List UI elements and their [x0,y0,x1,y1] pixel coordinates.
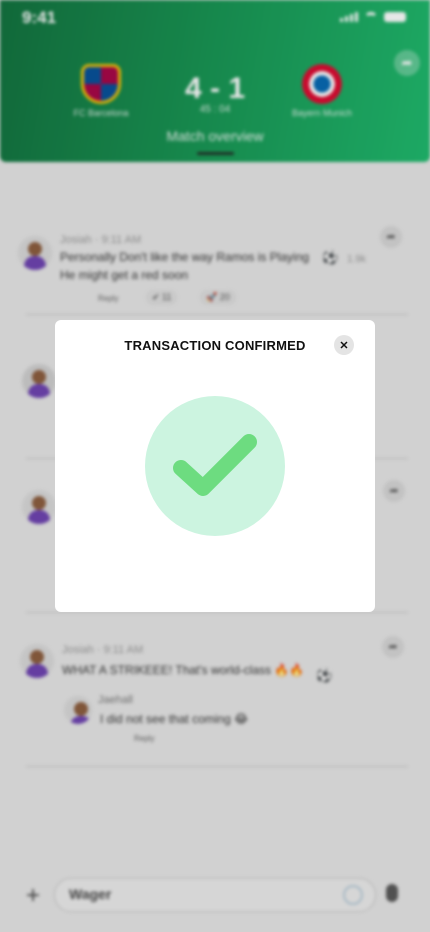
checkmark-icon [173,434,257,496]
transaction-confirmed-modal: TRANSACTION CONFIRMED ✕ [55,320,375,612]
modal-title: TRANSACTION CONFIRMED [124,338,306,353]
close-icon: ✕ [339,339,349,352]
close-button[interactable]: ✕ [334,335,354,355]
success-circle [145,396,285,536]
